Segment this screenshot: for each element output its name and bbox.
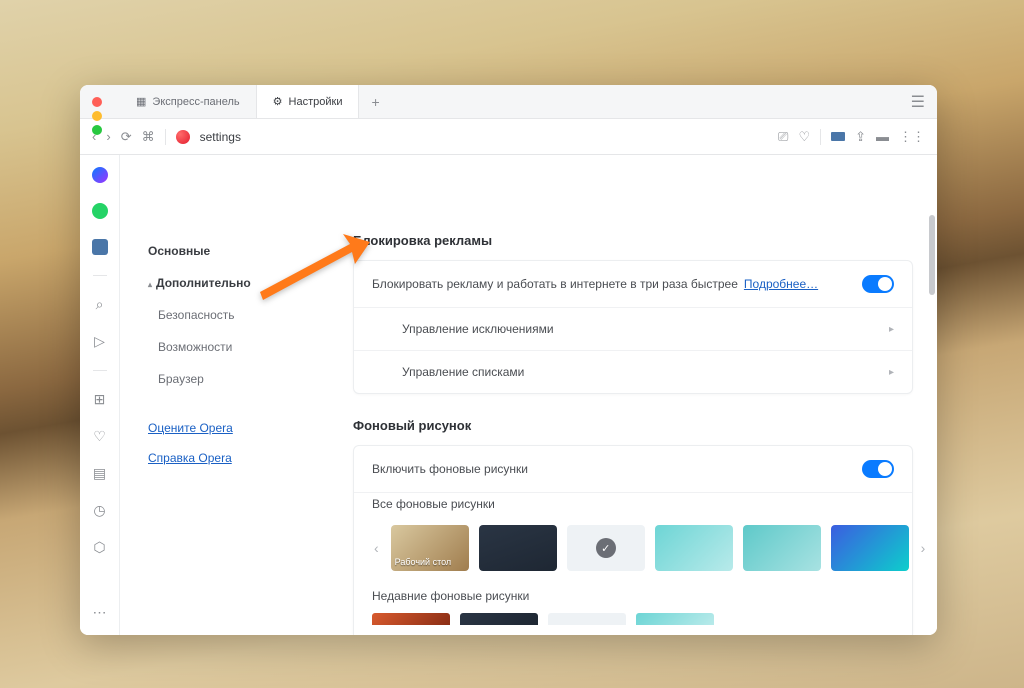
nav-features[interactable]: Возможности bbox=[140, 331, 335, 363]
nav-browser[interactable]: Браузер bbox=[140, 363, 335, 395]
send-icon[interactable]: ▷ bbox=[94, 333, 105, 350]
speed-dial-button[interactable]: ⌘ bbox=[142, 129, 155, 145]
section-adblock-title: Блокировка рекламы bbox=[353, 233, 913, 248]
vk-icon[interactable] bbox=[92, 239, 108, 255]
recent-wallpaper[interactable] bbox=[460, 613, 538, 625]
url-text[interactable]: settings bbox=[200, 130, 241, 144]
wallpapers-all-label: Все фоновые рисунки bbox=[354, 493, 912, 521]
heart-icon[interactable]: ♡ bbox=[93, 428, 106, 445]
settings-content: Основные Дополнительно Безопасность Возм… bbox=[120, 155, 937, 635]
scrollbar[interactable] bbox=[929, 215, 935, 295]
adblock-toggle-row: Блокировать рекламу и работать в интерне… bbox=[354, 261, 912, 308]
share-icon[interactable]: ⇪ bbox=[855, 129, 866, 145]
minimize-button[interactable] bbox=[92, 111, 102, 121]
nav-rate-opera[interactable]: Оцените Opera bbox=[140, 413, 335, 443]
address-actions: ⎚ ♡ ⇪ ▬ ⋮⋮ bbox=[778, 129, 925, 145]
manage-exceptions-row[interactable]: Управление исключениями ▸ bbox=[354, 308, 912, 351]
adblock-desc: Блокировать рекламу и работать в интерне… bbox=[372, 277, 738, 291]
separator bbox=[820, 129, 821, 145]
row-label: Управление списками bbox=[402, 365, 524, 379]
wallpaper-option-selected[interactable]: ✓ bbox=[567, 525, 645, 571]
grid-icon: ▦ bbox=[136, 95, 146, 108]
separator bbox=[93, 370, 107, 371]
wallpaper-card: Включить фоновые рисунки Все фоновые рис… bbox=[353, 445, 913, 635]
whatsapp-icon[interactable] bbox=[92, 203, 108, 219]
chevron-right-icon: ▸ bbox=[889, 324, 894, 335]
tab-label: Экспресс-панель bbox=[152, 96, 239, 108]
annotation-arrow bbox=[255, 232, 370, 312]
more-icon[interactable]: ⋯ bbox=[93, 604, 107, 621]
battery-icon[interactable]: ▬ bbox=[876, 129, 889, 144]
carousel-next[interactable]: › bbox=[919, 540, 928, 556]
row-label: Управление исключениями bbox=[402, 322, 554, 336]
learn-more-link[interactable]: Подробнее… bbox=[744, 277, 818, 291]
vk-badge-icon[interactable] bbox=[831, 132, 845, 141]
wallpaper-desktop[interactable]: Рабочий стол bbox=[391, 525, 469, 571]
gear-icon: ⚙ bbox=[273, 95, 283, 108]
adblock-card: Блокировать рекламу и работать в интерне… bbox=[353, 260, 913, 394]
wallpaper-label: Рабочий стол bbox=[395, 557, 452, 567]
extensions-icon[interactable]: ⬡ bbox=[93, 539, 105, 556]
wallpaper-toggle-row: Включить фоновые рисунки bbox=[354, 446, 912, 493]
wallpaper-toggle[interactable] bbox=[862, 460, 894, 478]
carousel-prev[interactable]: ‹ bbox=[372, 540, 381, 556]
wallpaper-option[interactable] bbox=[479, 525, 557, 571]
heart-icon[interactable]: ♡ bbox=[798, 129, 810, 145]
adblock-toggle[interactable] bbox=[862, 275, 894, 293]
tab-settings[interactable]: ⚙ Настройки bbox=[257, 85, 360, 118]
wallpaper-carousel: ‹ Рабочий стол ✓ › bbox=[354, 521, 912, 585]
camera-icon[interactable]: ⎚ bbox=[778, 129, 788, 145]
separator bbox=[93, 275, 107, 276]
wallpapers-recent-label: Недавние фоновые рисунки bbox=[354, 585, 912, 613]
messenger-icon[interactable] bbox=[92, 167, 108, 183]
forward-button[interactable]: › bbox=[106, 129, 110, 144]
wallpaper-option[interactable] bbox=[743, 525, 821, 571]
nav-help-opera[interactable]: Справка Opera bbox=[140, 443, 335, 473]
browser-sidebar: ⌕ ▷ ⊞ ♡ ▤ ◷ ⬡ ⋯ bbox=[80, 155, 120, 635]
search-icon[interactable]: ⌕ bbox=[96, 296, 104, 313]
history-icon[interactable]: ◷ bbox=[93, 502, 105, 519]
reload-button[interactable]: ⟳ bbox=[121, 129, 132, 145]
opera-icon bbox=[176, 130, 190, 144]
recent-wallpaper[interactable] bbox=[636, 613, 714, 625]
recent-wallpaper[interactable] bbox=[372, 613, 450, 625]
wallpaper-option[interactable] bbox=[655, 525, 733, 571]
maximize-button[interactable] bbox=[92, 125, 102, 135]
tab-bar: ▦ Экспресс-панель ⚙ Настройки + ☰ bbox=[80, 85, 937, 119]
window-controls bbox=[92, 97, 102, 135]
manage-lists-row[interactable]: Управление списками ▸ bbox=[354, 351, 912, 393]
new-tab-button[interactable]: + bbox=[359, 94, 391, 110]
check-icon: ✓ bbox=[596, 538, 616, 558]
address-bar: ‹ › ⟳ ⌘ settings ⎚ ♡ ⇪ ▬ ⋮⋮ bbox=[80, 119, 937, 155]
news-icon[interactable]: ▤ bbox=[93, 465, 106, 482]
tab-label: Настройки bbox=[289, 96, 343, 108]
tab-speed-dial[interactable]: ▦ Экспресс-панель bbox=[120, 85, 257, 118]
separator bbox=[165, 129, 166, 145]
section-wallpaper-title: Фоновый рисунок bbox=[353, 418, 913, 433]
recent-wallpapers bbox=[354, 613, 912, 635]
close-button[interactable] bbox=[92, 97, 102, 107]
tabs-menu-icon[interactable]: ☰ bbox=[911, 92, 937, 112]
settings-main: Блокировка рекламы Блокировать рекламу и… bbox=[345, 215, 937, 635]
chevron-right-icon: ▸ bbox=[889, 367, 894, 378]
grid-icon[interactable]: ⊞ bbox=[94, 391, 106, 408]
wallpaper-option[interactable] bbox=[831, 525, 909, 571]
recent-wallpaper[interactable] bbox=[548, 613, 626, 625]
row-label: Включить фоновые рисунки bbox=[372, 462, 528, 476]
menu-icon[interactable]: ⋮⋮ bbox=[899, 129, 925, 145]
browser-window: ▦ Экспресс-панель ⚙ Настройки + ☰ ‹ › ⟳ … bbox=[80, 85, 937, 635]
